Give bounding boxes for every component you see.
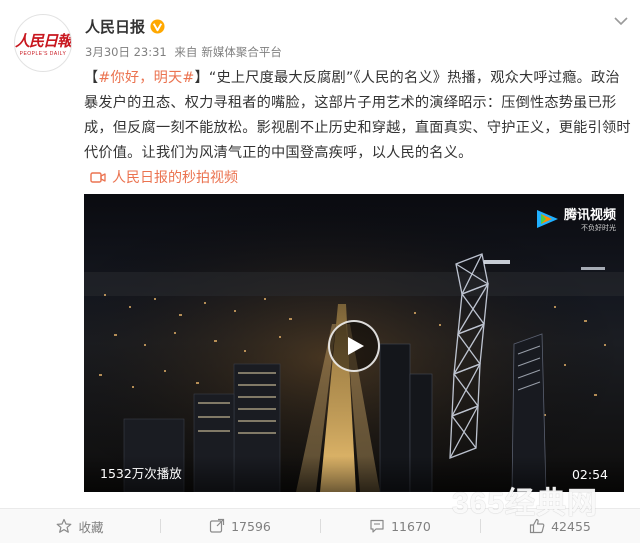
site-watermark: 365经典网 [452,487,599,520]
video-link-label: 人民日报的秒拍视频 [112,170,238,186]
post-date[interactable]: 3月30日 23:31 [85,45,167,59]
post-text: 【#你好，明天#】“史上尺度最大反腐剧”《人民的名义》热播，观众大呼过瘾。政治暴… [84,66,632,166]
hashtag-bracket-close: 】 [194,70,209,86]
repost-button[interactable]: 17596 [160,509,320,543]
favorite-label: 收藏 [78,519,104,535]
tencent-video-slogan: 不负好时光 [581,224,616,232]
repost-icon [210,518,225,533]
post-meta: 3月30日 23:31 来自 新媒体聚合平台 [85,44,286,60]
tencent-video-logo-icon [536,210,558,228]
comment-count: 11670 [391,518,431,534]
video-player[interactable]: 腾讯视频 不负好时光 1532万次播放 02:54 [84,194,624,492]
verified-icon [150,19,165,34]
play-icon [348,337,364,355]
source-prefix: 来自 [174,45,198,59]
tencent-video-logo: 腾讯视频 不负好时光 [534,208,616,233]
hashtag-link[interactable]: #你好，明天# [98,70,194,86]
avatar-logo-text: 人民日報 [15,32,72,50]
play-count: 1532万次播放 [100,466,182,481]
weibo-post: 人民日報 PEOPLE'S DAILY 人民日报 3月30日 23:31 来自新… [0,0,640,543]
video-camera-icon [90,171,106,183]
avatar[interactable]: 人民日報 PEOPLE'S DAILY [14,14,72,72]
repost-count: 17596 [231,518,271,534]
hashtag-bracket-open: 【 [84,70,99,86]
play-button[interactable] [328,320,380,372]
avatar-logo-subtitle: PEOPLE'S DAILY [19,51,67,57]
star-icon [57,518,72,533]
favorite-button[interactable]: 收藏 [0,509,160,543]
post-source[interactable]: 新媒体聚合平台 [201,45,282,59]
video-link[interactable]: 人民日报的秒拍视频 [90,167,238,187]
author-name[interactable]: 人民日报 [85,16,145,37]
chevron-down-icon[interactable] [614,16,628,26]
comment-icon [370,519,384,533]
tencent-video-logo-text: 腾讯视频 [563,208,616,223]
